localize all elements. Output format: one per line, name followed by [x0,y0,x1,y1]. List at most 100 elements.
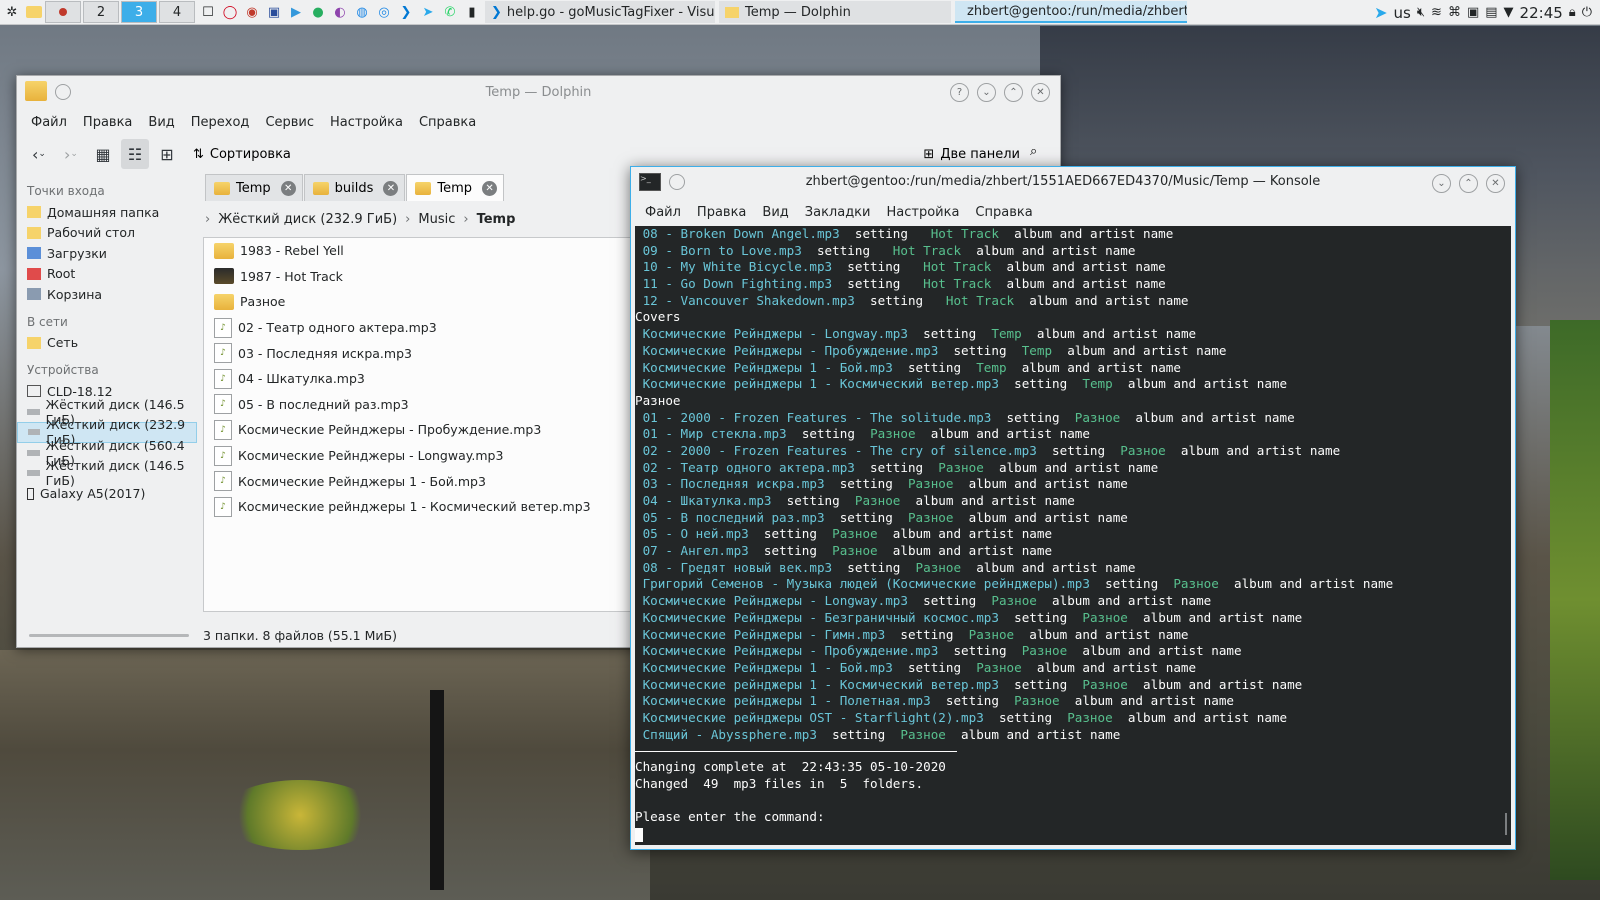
file-item[interactable]: ♪ Космические Рейнджеры - Longway.mp3 [204,443,632,469]
minimize-button[interactable]: ⌄ [1432,174,1451,193]
chat-icon[interactable]: ◍ [352,2,372,22]
place-root[interactable]: Root [17,264,201,285]
dolphin-titlebar[interactable]: Temp — Dolphin ? ⌄ ⌃ ✕ [17,76,1060,108]
file-item[interactable]: Разное [204,289,632,315]
menu-edit[interactable]: Правка [689,205,754,220]
split-view-button[interactable]: ⊞ Две панели [923,139,1020,169]
menu-file[interactable]: Файл [23,115,75,130]
screenshot-icon[interactable]: ▣ [1467,5,1479,20]
file-item[interactable]: ♪ 05 - В последний раз.mp3 [204,392,632,418]
device-disk-4[interactable]: Жёсткий диск (146.5 ГиБ) [17,458,201,488]
power-icon[interactable]: ⏻ [1582,5,1592,20]
tab-builds[interactable]: builds ✕ [303,174,406,201]
place-desktop[interactable]: Рабочий стол [17,223,201,244]
pager-desktop-3[interactable]: 3 [121,1,157,23]
places-header-network: В сети [27,314,68,329]
pager-desktop-1[interactable] [45,1,81,23]
close-button[interactable]: ✕ [1031,83,1050,102]
telegram-icon[interactable]: ➤ [418,2,438,22]
back-button[interactable]: ‹ ⌄ [25,139,53,169]
lock-icon[interactable]: 🔒︎ [1569,5,1576,20]
menu-go[interactable]: Переход [183,115,258,130]
sort-button[interactable]: ⇅ Сортировка [193,147,291,162]
help-button[interactable]: ? [950,83,969,102]
line-album: Разное [968,626,1015,642]
zoom-slider[interactable] [29,634,189,637]
file-item[interactable]: ♪ Космические Рейнджеры - Пробуждение.mp3 [204,417,632,443]
file-item[interactable]: ♪ Космические рейнджеры 1 - Космический в… [204,494,632,520]
place-home[interactable]: Домашняя папка [17,202,201,223]
compact-view-icon[interactable]: ☷ [121,139,149,169]
clipboard-icon[interactable]: ▤ [1485,5,1497,20]
pin-icon[interactable] [669,174,685,190]
kde-menu-icon[interactable]: ✲ [2,2,22,22]
scrollbar[interactable] [1505,813,1507,835]
tab-close-icon[interactable]: ✕ [482,180,498,196]
menu-file[interactable]: Файл [637,205,689,220]
file-item[interactable]: ♪ 02 - Театр одного актера.mp3 [204,315,632,341]
wifi-icon[interactable]: ≋ [1431,5,1442,20]
minimize-button[interactable]: ⌄ [977,83,996,102]
icons-view-icon[interactable]: ▦ [89,139,117,169]
menu-bookmarks[interactable]: Закладки [797,205,879,220]
terminal-launcher-icon[interactable]: ▮ [462,2,482,22]
menu-help[interactable]: Справка [967,205,1040,220]
vivaldi-icon[interactable]: ◉ [242,2,262,22]
cursor-line[interactable] [635,826,1511,843]
tab-close-icon[interactable]: ✕ [280,180,296,196]
breadcrumb-music[interactable]: Music [418,212,455,227]
volume-muted-icon[interactable]: 🔇︎ [1417,5,1425,20]
tab-close-icon[interactable]: ✕ [383,180,399,196]
task-dolphin[interactable]: Temp — Dolphin [719,1,951,23]
browser-icon[interactable]: ◎ [374,2,394,22]
menu-edit[interactable]: Правка [75,115,140,130]
place-trash[interactable]: Корзина [17,284,201,305]
breadcrumb-temp[interactable]: Temp [477,212,516,227]
clock[interactable]: 22:45 [1520,4,1563,22]
search-icon[interactable]: ⌕ [1030,144,1048,162]
konsole-titlebar[interactable]: >_ zhbert@gentoo:/run/media/zhbert/1551A… [631,167,1515,198]
save-icon[interactable]: ▣ [264,2,284,22]
task-vscode[interactable]: ❯ help.go - goMusicTagFixer - Visual ... [485,1,715,23]
menu-settings[interactable]: Настройка [322,115,411,130]
details-view-icon[interactable]: ⊞ [153,139,181,169]
line-file: 08 - Гредят новый век.mp3 [635,559,833,575]
place-downloads[interactable]: Загрузки [17,243,201,264]
terminal-output[interactable]: 08 - Broken Down Angel.mp3 setting Hot T… [635,226,1511,845]
keyboard-layout[interactable]: us [1394,4,1411,22]
menu-tools[interactable]: Сервис [257,115,322,130]
vscode-icon[interactable]: ❯ [396,2,416,22]
forward-button[interactable]: › ⌄ [57,139,85,169]
menu-view[interactable]: Вид [140,115,182,130]
network-icon[interactable]: ⌘ [1448,5,1461,20]
close-button[interactable]: ✕ [1486,174,1505,193]
folder-launcher-icon[interactable] [24,2,44,22]
maximize-button[interactable]: ⌃ [1459,174,1478,193]
task-konsole[interactable]: zhbert@gentoo:/run/media/zhbert... [955,1,1187,23]
place-network[interactable]: Сеть [17,333,201,354]
maximize-button[interactable]: ⌃ [1004,83,1023,102]
menu-help[interactable]: Справка [411,115,484,130]
file-item[interactable]: 1983 - Rebel Yell [204,238,632,264]
tab-temp-2[interactable]: Temp ✕ [406,174,505,201]
file-item[interactable]: ♪ Космические Рейнджеры 1 - Бой.mp3 [204,468,632,494]
file-item[interactable]: ♪ 04 - Шкатулка.mp3 [204,366,632,392]
line-tail: album and artist name [1059,693,1234,709]
file-item[interactable]: ♪ 03 - Последняя искра.mp3 [204,340,632,366]
menu-view[interactable]: Вид [754,205,796,220]
whatsapp-icon[interactable]: ✆ [440,2,460,22]
pager-desktop-2[interactable]: 2 [83,1,119,23]
opera-icon[interactable]: ◯ [220,2,240,22]
breadcrumb-disk[interactable]: Жёсткий диск (232.9 ГиБ) [218,212,397,227]
tray-expand-icon[interactable]: ▼ [1504,5,1514,20]
file-item[interactable]: 1987 - Hot Track [204,264,632,290]
konsole-app-icon[interactable]: >_ [639,173,661,191]
show-desktop-icon[interactable]: ☐ [198,2,218,22]
menu-settings[interactable]: Настройка [878,205,967,220]
globe-icon[interactable]: ● [308,2,328,22]
pager-desktop-4[interactable]: 4 [159,1,195,23]
image-editor-icon[interactable]: ◐ [330,2,350,22]
tab-temp-1[interactable]: Temp ✕ [205,174,303,201]
telegram-tray-icon[interactable]: ➤ [1374,3,1387,22]
media-player-icon[interactable]: ▶ [286,2,306,22]
